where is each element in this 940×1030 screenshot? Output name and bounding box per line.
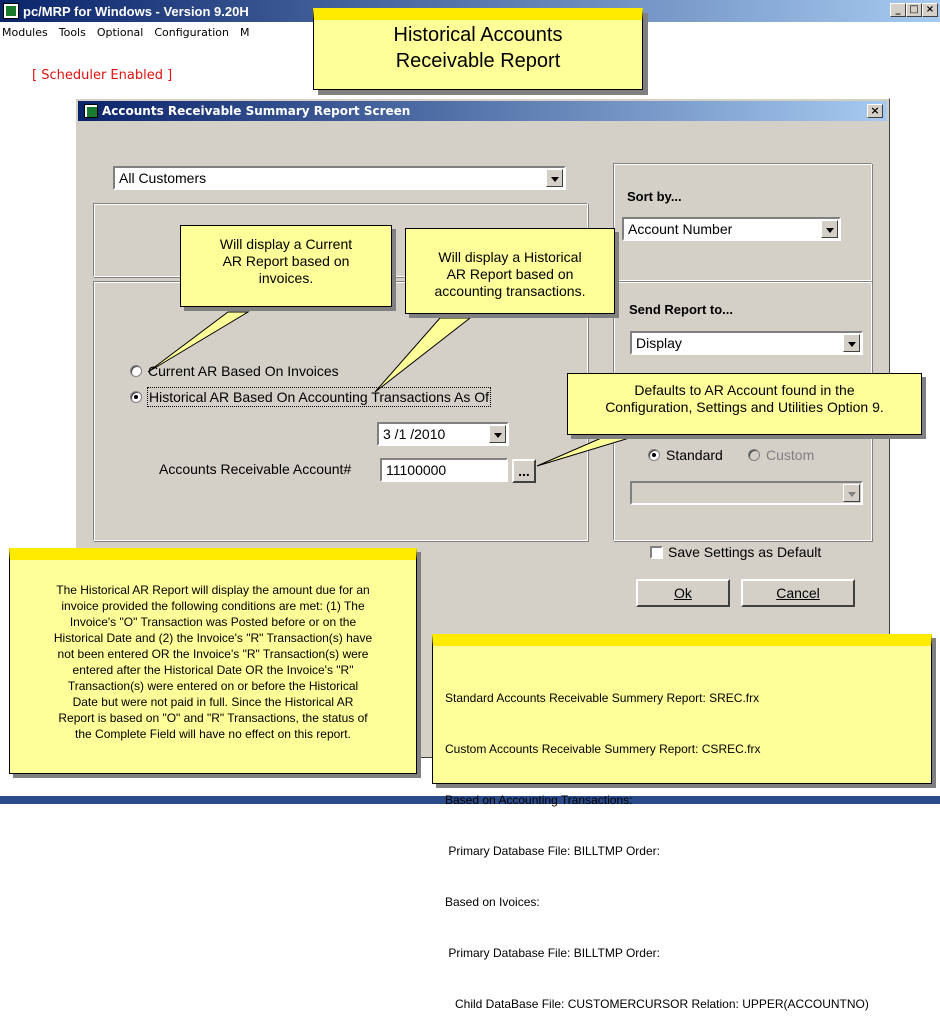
scheduler-status: [ Scheduler Enabled ] xyxy=(32,68,173,83)
ok-button[interactable]: Ok xyxy=(636,579,730,607)
ar-account-browse-button[interactable]: ... xyxy=(512,459,536,483)
note-left-line-5: not been entered OR the Invoice's "R" Tr… xyxy=(57,647,369,661)
radio-current-ar-label[interactable]: Current AR Based On Invoices xyxy=(148,363,339,379)
menu-modules[interactable]: Modules xyxy=(2,26,48,39)
report-basis-group xyxy=(93,281,588,541)
customer-filter-value: All Customers xyxy=(119,170,207,186)
ar-account-input[interactable]: 11100000 xyxy=(380,458,508,482)
note-left-line-7: Transaction(s) were entered on or before… xyxy=(67,679,359,693)
radio-standard[interactable] xyxy=(648,449,660,461)
close-icon[interactable]: × xyxy=(922,3,938,17)
note-left-line-3: Invoice's "O" Transaction was Posted bef… xyxy=(69,615,357,629)
maximize-icon[interactable]: □ xyxy=(906,3,922,17)
callout-historical-line-3: accounting transactions. xyxy=(434,283,586,299)
chevron-down-icon[interactable] xyxy=(546,169,563,187)
callout-defaults-line-1: Defaults to AR Account found in the xyxy=(634,382,855,398)
radio-historical-ar[interactable] xyxy=(130,391,142,403)
note-right-line-7: Child DataBase File: CUSTOMERCURSOR Rela… xyxy=(445,997,869,1011)
callout-historical-line-2: AR Report based on xyxy=(446,266,574,282)
chevron-down-icon[interactable] xyxy=(843,334,860,352)
callout-current-ar: Will display a Current AR Report based o… xyxy=(180,225,392,307)
cancel-button-label: Cancel xyxy=(776,585,820,601)
save-default-checkbox[interactable] xyxy=(650,546,663,559)
cancel-button[interactable]: Cancel xyxy=(741,579,855,607)
banner-line-2: Receivable Report xyxy=(395,50,561,72)
app-title: pc/MRP for Windows - Version 9.20H xyxy=(23,3,249,19)
callout-current-line-1: Will display a Current xyxy=(219,236,353,252)
radio-custom-label: Custom xyxy=(766,447,815,463)
callout-historical-line-1: Will display a Historical xyxy=(438,249,582,265)
as-of-date-picker[interactable]: 3 /1 /2010 xyxy=(377,422,509,446)
ar-account-value: 11100000 xyxy=(386,462,447,478)
callout-current-line-3: invoices. xyxy=(258,270,314,286)
radio-custom xyxy=(748,449,760,461)
note-right-line-5: Based on Ivoices: xyxy=(445,895,540,909)
callout-historical-ar: Will display a Historical AR Report base… xyxy=(405,228,615,314)
as-of-date-value: 3 /1 /2010 xyxy=(383,426,446,442)
note-right-line-3: Based on Accounting Transactions: xyxy=(445,793,633,807)
ar-account-label: Accounts Receivable Account# xyxy=(159,461,352,477)
note-left-line-9: Report is based on "O" and "R" Transacti… xyxy=(58,711,368,725)
note-left-line-2: invoice provided the following condition… xyxy=(61,599,365,613)
note-right-line-4: Primary Database File: BILLTMP Order: xyxy=(445,844,660,858)
note-left-line-6: entered after the Historical Date OR the… xyxy=(72,663,354,677)
menu-configuration[interactable]: Configuration xyxy=(154,26,229,39)
window-controls: _ □ × xyxy=(890,3,938,17)
callout-ar-account-default: Defaults to AR Account found in the Conf… xyxy=(567,373,922,435)
menu-more[interactable]: M xyxy=(240,26,250,39)
note-right-line-6: Primary Database File: BILLTMP Order: xyxy=(445,946,660,960)
ok-button-label: Ok xyxy=(674,585,692,601)
chevron-down-icon[interactable] xyxy=(489,425,506,443)
note-right-line-1: Standard Accounts Receivable Summery Rep… xyxy=(445,691,760,705)
custom-report-select xyxy=(630,481,863,505)
app-icon xyxy=(3,3,19,19)
note-left-line-10: the Complete Field will have no effect o… xyxy=(75,727,351,741)
sort-value: Account Number xyxy=(628,221,733,237)
note-left-line-1: The Historical AR Report will display th… xyxy=(56,583,370,597)
callout-current-line-2: AR Report based on xyxy=(222,253,350,269)
dialog-icon xyxy=(84,104,98,118)
note-left-line-8: Date but were not paid in full. Since th… xyxy=(72,695,354,709)
historical-ar-note: The Historical AR Report will display th… xyxy=(9,548,417,774)
menu-tools[interactable]: Tools xyxy=(59,26,86,39)
chevron-down-icon xyxy=(843,484,860,502)
radio-historical-ar-label[interactable]: Historical AR Based On Accounting Transa… xyxy=(146,387,492,407)
dialog-close-icon[interactable]: × xyxy=(867,104,883,118)
banner-line-1: Historical Accounts xyxy=(393,24,563,46)
minimize-icon[interactable]: _ xyxy=(890,3,906,17)
note-right-line-2: Custom Accounts Receivable Summery Repor… xyxy=(445,742,761,756)
menu-optional[interactable]: Optional xyxy=(97,26,144,39)
callout-defaults-line-2: Configuration, Settings and Utilities Op… xyxy=(605,399,884,415)
sort-label: Sort by... xyxy=(627,189,682,204)
report-files-note: Standard Accounts Receivable Summery Rep… xyxy=(432,634,932,1011)
dialog-title-bar: Accounts Receivable Summary Report Scree… xyxy=(78,101,887,121)
send-report-select[interactable]: Display xyxy=(630,331,863,355)
save-default-label[interactable]: Save Settings as Default xyxy=(668,544,821,560)
sort-select[interactable]: Account Number xyxy=(622,217,841,241)
radio-current-ar[interactable] xyxy=(130,365,142,377)
report-title-banner: Historical Accounts Receivable Report xyxy=(313,8,643,90)
chevron-down-icon[interactable] xyxy=(821,220,838,238)
radio-standard-label[interactable]: Standard xyxy=(666,447,723,463)
note-left-line-4: Historical Date and (2) the Invoice's "R… xyxy=(53,631,373,645)
send-report-value: Display xyxy=(636,335,682,351)
customer-filter-select[interactable]: All Customers xyxy=(113,166,566,190)
send-report-label: Send Report to... xyxy=(629,302,733,317)
dialog-title: Accounts Receivable Summary Report Scree… xyxy=(102,104,411,118)
